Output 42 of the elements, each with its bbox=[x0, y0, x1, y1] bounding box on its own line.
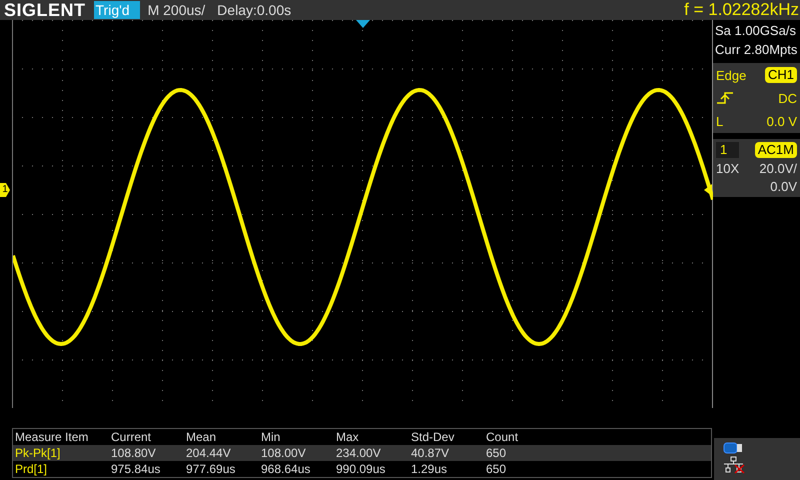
network-disconnected-icon bbox=[723, 456, 745, 474]
column-header: Mean bbox=[186, 429, 218, 445]
trigger-source: CH1 bbox=[764, 67, 797, 83]
table-cell-text: 234.00V bbox=[336, 445, 382, 461]
channel-coupling: AC1M bbox=[754, 142, 797, 158]
sample-rate: Sa 1.00GSa/s bbox=[715, 22, 797, 39]
trigger-coupling: DC bbox=[778, 90, 797, 106]
column-header: Current bbox=[111, 429, 152, 445]
trigger-level-label: L bbox=[716, 114, 724, 128]
table-cell-text: 40.87V bbox=[411, 445, 450, 461]
column-header: Std-Dev bbox=[411, 429, 456, 445]
table-cell-text: 1.29us bbox=[411, 461, 448, 477]
column-header: Count bbox=[486, 429, 520, 445]
table-cell-text: 990.09us bbox=[336, 461, 386, 477]
frequency-readout: f = 1.02282kHz bbox=[684, 0, 800, 20]
timebase-label: M 200us/ bbox=[148, 2, 206, 18]
table-cell-text: 650 bbox=[486, 445, 508, 461]
trigger-level: 0.0 V bbox=[766, 114, 797, 128]
brand-logo: SIGLENT bbox=[4, 0, 86, 20]
table-cell-text: 975.84us bbox=[111, 461, 162, 477]
vertical-scale: 20.0V/ bbox=[759, 160, 797, 176]
table-cell-text: 650 bbox=[486, 461, 508, 477]
memory-depth: Curr 2.80Mpts bbox=[715, 41, 798, 58]
channel-number: 1 bbox=[716, 142, 740, 158]
table-cell-text: 204.44V bbox=[186, 445, 232, 461]
trigger-status: Trig'd bbox=[94, 1, 140, 19]
table-cell-text: 108.00V bbox=[261, 445, 307, 461]
column-header: Max bbox=[336, 429, 360, 445]
delay-label: Delay:0.00s bbox=[217, 2, 292, 18]
rising-edge-icon bbox=[716, 91, 734, 105]
probe-ratio: 10X bbox=[716, 160, 740, 176]
usb-drive-icon bbox=[723, 442, 743, 454]
column-header: Measure Item bbox=[15, 429, 90, 445]
measure-name: Prd[1] bbox=[15, 461, 48, 477]
channel-marker: 1 bbox=[0, 183, 10, 197]
measure-name: Pk-Pk[1] bbox=[15, 445, 62, 461]
table-cell-text: 108.80V bbox=[111, 445, 157, 461]
column-header: Min bbox=[261, 429, 282, 445]
vertical-offset: 0.0V bbox=[770, 178, 797, 194]
trigger-type: Edge bbox=[716, 68, 746, 82]
table-cell-text: 968.64us bbox=[261, 461, 312, 477]
table-cell-text: 977.69us bbox=[186, 461, 236, 477]
